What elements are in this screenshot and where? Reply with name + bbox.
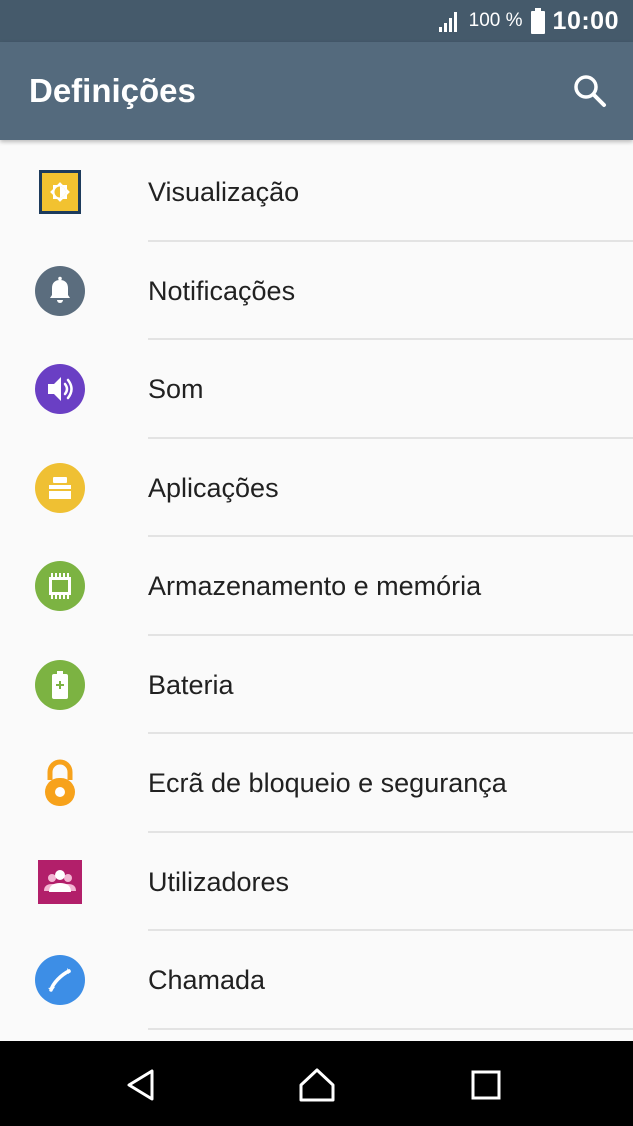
settings-item-storage[interactable]: Armazenamento e memória [0, 537, 633, 636]
settings-item-label: Aplicações [148, 472, 279, 503]
memory-chip-icon [35, 561, 85, 611]
settings-list: Visualização Notificações Som Aplicações… [0, 143, 633, 1030]
display-icon [39, 170, 81, 214]
back-icon[interactable] [122, 1065, 162, 1105]
padlock-icon [45, 759, 75, 806]
settings-item-apps[interactable]: Aplicações [0, 439, 633, 537]
users-icon [38, 859, 82, 904]
settings-item-users[interactable]: Utilizadores [0, 833, 633, 931]
search-icon[interactable] [573, 74, 607, 108]
settings-item-call[interactable]: Chamada [0, 931, 633, 1030]
app-bar: Definições [0, 42, 633, 140]
battery-percent: 100 % [468, 10, 523, 31]
settings-item-label: Notificações [148, 275, 296, 306]
settings-item-notifications[interactable]: Notificações [0, 242, 633, 340]
settings-item-sound[interactable]: Som [0, 340, 633, 439]
settings-item-display[interactable]: Visualização [0, 143, 633, 242]
status-clock: 10:00 [552, 6, 619, 35]
home-icon[interactable] [297, 1065, 337, 1105]
status-bar: 100 % 10:00 [0, 0, 633, 42]
settings-item-label: Bateria [148, 669, 234, 700]
settings-item-label: Ecrã de bloqueio e segurança [148, 768, 507, 798]
apps-icon [35, 462, 85, 513]
recent-apps-icon[interactable] [466, 1065, 506, 1105]
signal-icon [438, 12, 457, 32]
settings-item-label: Chamada [148, 965, 266, 995]
bell-icon [35, 265, 85, 316]
settings-item-label: Armazenamento e memória [148, 571, 482, 601]
divider [148, 1027, 633, 1030]
settings-item-label: Utilizadores [148, 866, 290, 897]
page-title: Definições [29, 72, 196, 109]
settings-item-label: Som [148, 374, 204, 404]
settings-item-lock-screen[interactable]: Ecrã de bloqueio e segurança [0, 734, 633, 833]
battery-icon [35, 659, 85, 710]
navigation-bar [0, 1041, 633, 1126]
settings-item-label: Visualização [148, 177, 300, 207]
status-indicators: 100 % 10:00 [437, 0, 619, 42]
battery-status-icon [530, 8, 545, 34]
speaker-icon [35, 364, 85, 414]
phone-icon [35, 955, 85, 1005]
settings-item-battery[interactable]: Bateria [0, 636, 633, 734]
